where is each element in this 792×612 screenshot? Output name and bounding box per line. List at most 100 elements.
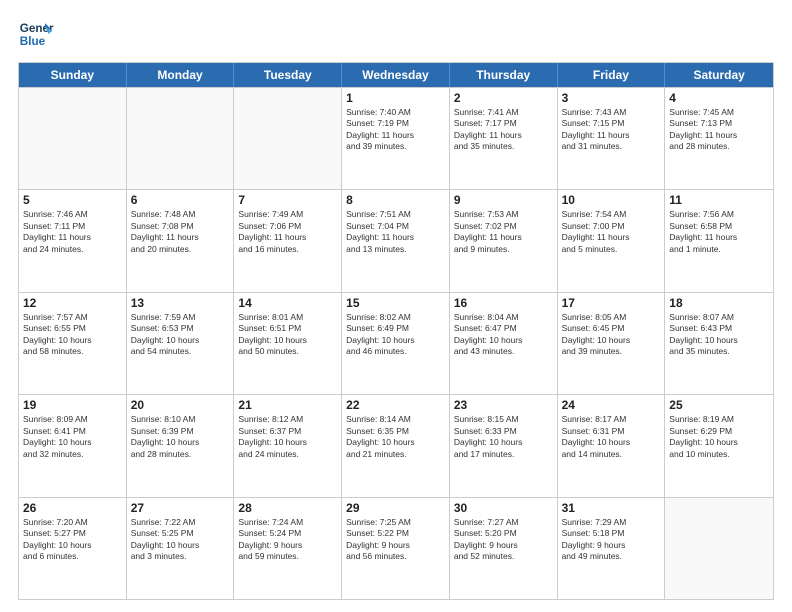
day-number: 16 [454, 296, 553, 310]
day-number: 29 [346, 501, 445, 515]
day-info: Sunrise: 7:40 AM Sunset: 7:19 PM Dayligh… [346, 107, 445, 153]
day-info: Sunrise: 7:59 AM Sunset: 6:53 PM Dayligh… [131, 312, 230, 358]
day-number: 19 [23, 398, 122, 412]
svg-text:Blue: Blue [20, 35, 46, 48]
weekday-header-thursday: Thursday [450, 63, 558, 87]
calendar-row-1: 1 Sunrise: 7:40 AM Sunset: 7:19 PM Daylig… [19, 87, 773, 189]
day-info: Sunrise: 7:45 AM Sunset: 7:13 PM Dayligh… [669, 107, 769, 153]
calendar-cell-8: 8 Sunrise: 7:51 AM Sunset: 7:04 PM Daylig… [342, 190, 450, 291]
calendar-cell-21: 21 Sunrise: 8:12 AM Sunset: 6:37 PM Dayli… [234, 395, 342, 496]
calendar-cell-1: 1 Sunrise: 7:40 AM Sunset: 7:19 PM Daylig… [342, 88, 450, 189]
day-number: 6 [131, 193, 230, 207]
day-number: 28 [238, 501, 337, 515]
calendar-cell-4: 4 Sunrise: 7:45 AM Sunset: 7:13 PM Daylig… [665, 88, 773, 189]
calendar-cell-6: 6 Sunrise: 7:48 AM Sunset: 7:08 PM Daylig… [127, 190, 235, 291]
day-info: Sunrise: 7:25 AM Sunset: 5:22 PM Dayligh… [346, 517, 445, 563]
day-number: 11 [669, 193, 769, 207]
day-number: 14 [238, 296, 337, 310]
day-number: 8 [346, 193, 445, 207]
day-number: 17 [562, 296, 661, 310]
calendar-cell-5: 5 Sunrise: 7:46 AM Sunset: 7:11 PM Daylig… [19, 190, 127, 291]
day-number: 18 [669, 296, 769, 310]
day-info: Sunrise: 8:04 AM Sunset: 6:47 PM Dayligh… [454, 312, 553, 358]
calendar-cell-23: 23 Sunrise: 8:15 AM Sunset: 6:33 PM Dayli… [450, 395, 558, 496]
day-info: Sunrise: 7:53 AM Sunset: 7:02 PM Dayligh… [454, 209, 553, 255]
day-number: 9 [454, 193, 553, 207]
day-info: Sunrise: 8:12 AM Sunset: 6:37 PM Dayligh… [238, 414, 337, 460]
day-info: Sunrise: 8:01 AM Sunset: 6:51 PM Dayligh… [238, 312, 337, 358]
day-info: Sunrise: 7:51 AM Sunset: 7:04 PM Dayligh… [346, 209, 445, 255]
calendar-cell-empty [234, 88, 342, 189]
calendar-cell-30: 30 Sunrise: 7:27 AM Sunset: 5:20 PM Dayli… [450, 498, 558, 599]
calendar-row-5: 26Sunrise: 7:20 AM Sunset: 5:27 PM Dayli… [19, 497, 773, 599]
page: General Blue SundayMondayTuesdayWednesda… [0, 0, 792, 612]
calendar-cell-3: 3 Sunrise: 7:43 AM Sunset: 7:15 PM Daylig… [558, 88, 666, 189]
day-info: Sunrise: 7:29 AM Sunset: 5:18 PM Dayligh… [562, 517, 661, 563]
calendar-cell-26: 26Sunrise: 7:20 AM Sunset: 5:27 PM Dayli… [19, 498, 127, 599]
calendar-cell-18: 18 Sunrise: 8:07 AM Sunset: 6:43 PM Dayli… [665, 293, 773, 394]
day-number: 21 [238, 398, 337, 412]
calendar-cell-22: 22 Sunrise: 8:14 AM Sunset: 6:35 PM Dayli… [342, 395, 450, 496]
day-info: Sunrise: 8:15 AM Sunset: 6:33 PM Dayligh… [454, 414, 553, 460]
calendar-row-3: 12Sunrise: 7:57 AM Sunset: 6:55 PM Dayli… [19, 292, 773, 394]
weekday-header-monday: Monday [127, 63, 235, 87]
day-info: Sunrise: 7:48 AM Sunset: 7:08 PM Dayligh… [131, 209, 230, 255]
calendar-cell-2: 2Sunrise: 7:41 AM Sunset: 7:17 PM Daylig… [450, 88, 558, 189]
calendar-cell-9: 9 Sunrise: 7:53 AM Sunset: 7:02 PM Daylig… [450, 190, 558, 291]
calendar-cell-25: 25Sunrise: 8:19 AM Sunset: 6:29 PM Dayli… [665, 395, 773, 496]
calendar-cell-14: 14 Sunrise: 8:01 AM Sunset: 6:51 PM Dayli… [234, 293, 342, 394]
day-number: 22 [346, 398, 445, 412]
calendar-cell-28: 28 Sunrise: 7:24 AM Sunset: 5:24 PM Dayli… [234, 498, 342, 599]
calendar-cell-17: 17 Sunrise: 8:05 AM Sunset: 6:45 PM Dayli… [558, 293, 666, 394]
day-info: Sunrise: 8:19 AM Sunset: 6:29 PM Dayligh… [669, 414, 769, 460]
day-info: Sunrise: 8:14 AM Sunset: 6:35 PM Dayligh… [346, 414, 445, 460]
calendar-cell-19: 19Sunrise: 8:09 AM Sunset: 6:41 PM Dayli… [19, 395, 127, 496]
calendar-cell-10: 10Sunrise: 7:54 AM Sunset: 7:00 PM Dayli… [558, 190, 666, 291]
weekday-header-friday: Friday [558, 63, 666, 87]
calendar-cell-27: 27 Sunrise: 7:22 AM Sunset: 5:25 PM Dayli… [127, 498, 235, 599]
day-number: 3 [562, 91, 661, 105]
calendar-cell-13: 13 Sunrise: 7:59 AM Sunset: 6:53 PM Dayli… [127, 293, 235, 394]
logo-icon: General Blue [18, 16, 54, 52]
day-number: 24 [562, 398, 661, 412]
day-info: Sunrise: 7:20 AM Sunset: 5:27 PM Dayligh… [23, 517, 122, 563]
day-number: 1 [346, 91, 445, 105]
day-number: 5 [23, 193, 122, 207]
day-number: 13 [131, 296, 230, 310]
day-info: Sunrise: 7:43 AM Sunset: 7:15 PM Dayligh… [562, 107, 661, 153]
day-info: Sunrise: 7:22 AM Sunset: 5:25 PM Dayligh… [131, 517, 230, 563]
day-number: 12 [23, 296, 122, 310]
day-info: Sunrise: 7:24 AM Sunset: 5:24 PM Dayligh… [238, 517, 337, 563]
day-number: 10 [562, 193, 661, 207]
day-info: Sunrise: 7:49 AM Sunset: 7:06 PM Dayligh… [238, 209, 337, 255]
day-info: Sunrise: 8:17 AM Sunset: 6:31 PM Dayligh… [562, 414, 661, 460]
calendar-cell-11: 11 Sunrise: 7:56 AM Sunset: 6:58 PM Dayli… [665, 190, 773, 291]
day-number: 4 [669, 91, 769, 105]
calendar-header: SundayMondayTuesdayWednesdayThursdayFrid… [19, 63, 773, 87]
weekday-header-saturday: Saturday [665, 63, 773, 87]
calendar-cell-20: 20Sunrise: 8:10 AM Sunset: 6:39 PM Dayli… [127, 395, 235, 496]
calendar-body: 1 Sunrise: 7:40 AM Sunset: 7:19 PM Daylig… [19, 87, 773, 599]
calendar-cell-15: 15Sunrise: 8:02 AM Sunset: 6:49 PM Dayli… [342, 293, 450, 394]
day-number: 23 [454, 398, 553, 412]
day-number: 30 [454, 501, 553, 515]
calendar-cell-24: 24 Sunrise: 8:17 AM Sunset: 6:31 PM Dayli… [558, 395, 666, 496]
day-info: Sunrise: 8:07 AM Sunset: 6:43 PM Dayligh… [669, 312, 769, 358]
weekday-header-sunday: Sunday [19, 63, 127, 87]
calendar-cell-7: 7Sunrise: 7:49 AM Sunset: 7:06 PM Daylig… [234, 190, 342, 291]
day-info: Sunrise: 7:46 AM Sunset: 7:11 PM Dayligh… [23, 209, 122, 255]
calendar-cell-12: 12Sunrise: 7:57 AM Sunset: 6:55 PM Dayli… [19, 293, 127, 394]
weekday-header-tuesday: Tuesday [234, 63, 342, 87]
day-info: Sunrise: 7:56 AM Sunset: 6:58 PM Dayligh… [669, 209, 769, 255]
day-info: Sunrise: 8:05 AM Sunset: 6:45 PM Dayligh… [562, 312, 661, 358]
logo: General Blue [18, 16, 58, 52]
calendar: SundayMondayTuesdayWednesdayThursdayFrid… [18, 62, 774, 600]
day-info: Sunrise: 8:02 AM Sunset: 6:49 PM Dayligh… [346, 312, 445, 358]
day-number: 27 [131, 501, 230, 515]
calendar-cell-empty [127, 88, 235, 189]
day-info: Sunrise: 7:27 AM Sunset: 5:20 PM Dayligh… [454, 517, 553, 563]
day-info: Sunrise: 8:10 AM Sunset: 6:39 PM Dayligh… [131, 414, 230, 460]
calendar-cell-16: 16 Sunrise: 8:04 AM Sunset: 6:47 PM Dayli… [450, 293, 558, 394]
header: General Blue [18, 16, 774, 52]
day-info: Sunrise: 7:41 AM Sunset: 7:17 PM Dayligh… [454, 107, 553, 153]
